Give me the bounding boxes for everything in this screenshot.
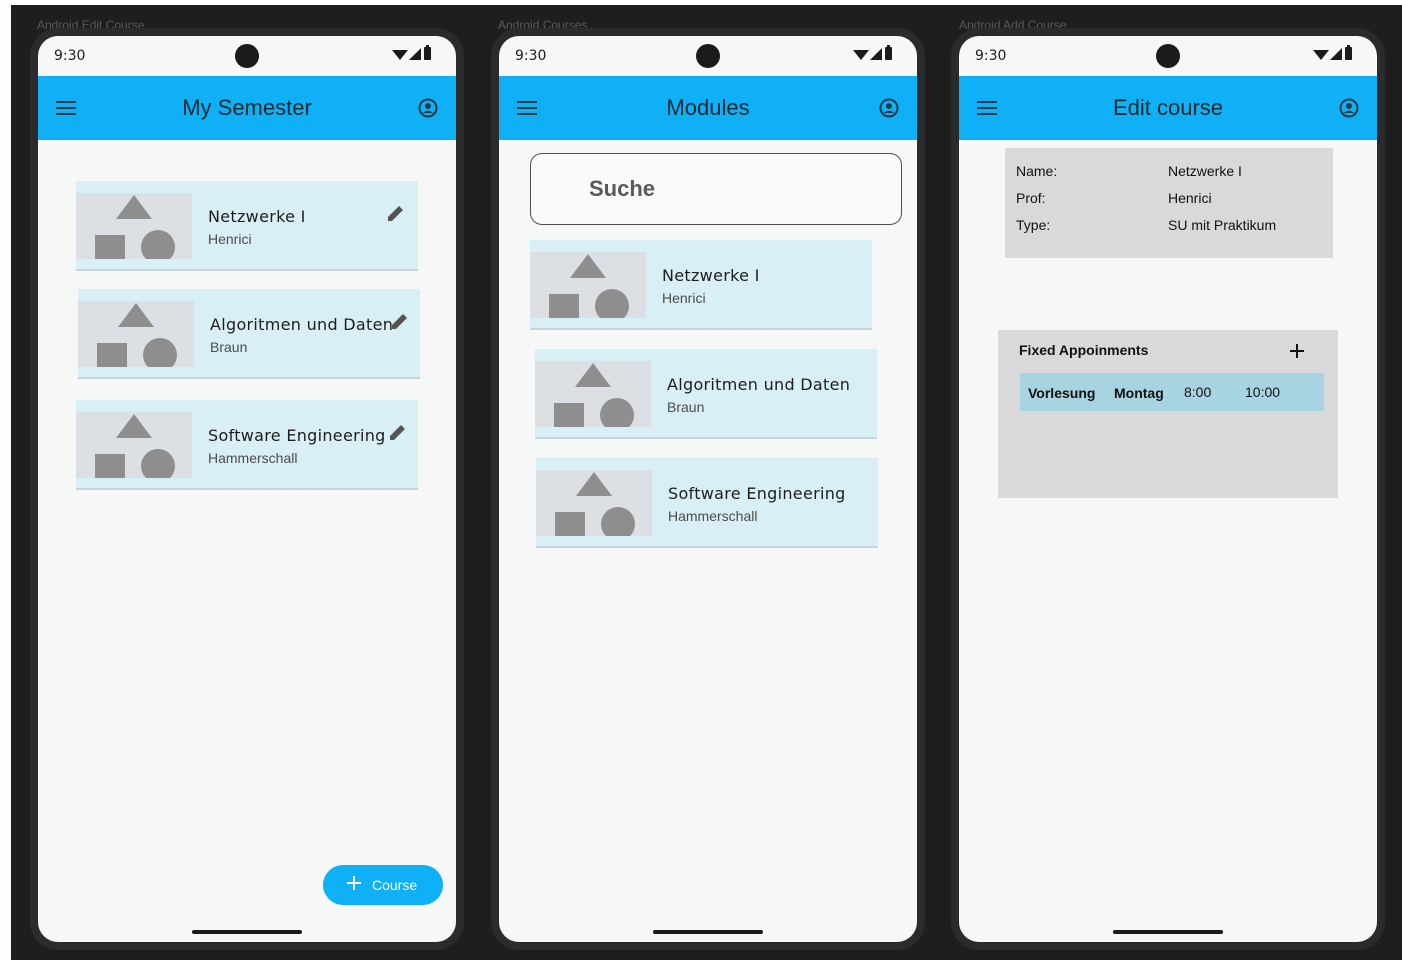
type-value: SU mit Praktikum [1168,217,1277,233]
module-card[interactable]: Algoritmen und Daten Braun [535,349,877,439]
course-card[interactable]: Netzwerke I Henrici [76,181,418,271]
wifi-icon [392,50,408,60]
prof-value: Henrici [1168,190,1212,206]
add-appointment-icon[interactable] [1290,344,1304,358]
phone-frame-my-semester: 9:30 My Semester Netzwerke I Henrici Alg… [30,28,464,950]
image-placeholder-icon [76,193,192,259]
camera-cutout [235,44,259,68]
account-icon[interactable] [1339,98,1359,118]
wifi-icon [1313,50,1329,60]
page-title: Modules [666,95,750,120]
wifi-icon [853,50,869,60]
top-app-bar: Edit course [959,76,1377,140]
course-title: Algoritmen und Daten [210,315,394,334]
plus-icon [347,876,361,890]
appointments-title: Fixed Appoinments [1019,342,1149,358]
fixed-appointments-panel: Fixed Appoinments Vorlesung Montag 8:00 … [998,330,1338,498]
appointment-end: 10:00 [1245,384,1281,400]
top-app-bar: My Semester [38,76,456,140]
camera-cutout [696,44,720,68]
status-bar: 9:30 [499,36,917,76]
phone-screen: 9:30 Modules Netzwerke I [499,36,917,942]
account-icon[interactable] [879,98,899,118]
course-card[interactable]: Software Engineering Hammerschall [76,400,418,490]
add-course-label: Course [372,877,418,893]
signal-icon [1330,48,1342,60]
home-indicator[interactable] [1113,930,1223,934]
search-field[interactable] [530,153,902,225]
appointment-row[interactable]: Vorlesung Montag 8:00 10:00 [1020,373,1324,411]
signal-icon [409,48,421,60]
home-indicator[interactable] [653,930,763,934]
battery-icon [885,45,892,60]
module-card[interactable]: Software Engineering Hammerschall [536,458,878,548]
image-placeholder-icon [76,412,192,478]
course-info-panel: Name: Netzwerke I Prof: Henrici Type: SU… [1005,148,1333,258]
prof-label: Prof: [1016,190,1046,206]
edit-pencil-icon[interactable] [388,422,408,442]
status-bar: 9:30 [959,36,1377,76]
name-label: Name: [1016,163,1058,179]
page-title: Edit course [1112,95,1224,120]
status-time: 9:30 [515,48,547,64]
course-professor: Hammerschall [208,450,298,466]
signal-icon [870,48,882,60]
phone-frame-modules: 9:30 Modules Netzwerke I [491,28,925,950]
status-icons [392,45,438,64]
phone-screen: 9:30 My Semester Netzwerke I Henrici Alg… [38,36,456,942]
search-input[interactable] [589,176,869,202]
account-icon[interactable] [418,98,438,118]
status-icons [1313,45,1359,64]
status-time: 9:30 [975,48,1007,64]
home-indicator[interactable] [192,930,302,934]
name-value: Netzwerke I [1168,163,1242,179]
page-title: My Semester [182,95,312,120]
edit-pencil-icon[interactable] [386,203,406,223]
module-professor: Henrici [662,290,706,306]
appointment-day: Montag [1114,385,1164,401]
image-placeholder-icon [530,252,646,318]
course-title: Netzwerke I [208,207,306,226]
battery-icon [1345,45,1352,60]
image-placeholder-icon [535,361,651,427]
module-professor: Hammerschall [668,508,758,524]
camera-cutout [1156,44,1180,68]
type-label: Type: [1016,217,1051,233]
add-course-button[interactable]: Course [323,865,443,905]
module-card[interactable]: Netzwerke I Henrici [530,240,872,330]
phone-frame-edit-course: 9:30 Edit course Name: Netzwerke I Prof:… [951,28,1385,950]
status-time: 9:30 [54,48,86,64]
module-professor: Braun [667,399,705,415]
top-app-bar: Modules [499,76,917,140]
battery-icon [424,45,431,60]
module-title: Netzwerke I [662,266,760,285]
course-card[interactable]: Algoritmen und Daten Braun [78,289,420,379]
image-placeholder-icon [536,470,652,536]
status-bar: 9:30 [38,36,456,76]
course-professor: Henrici [208,231,252,247]
module-title: Algoritmen und Daten [667,375,851,394]
course-title: Software Engineering [208,426,386,445]
edit-pencil-icon[interactable] [390,311,410,331]
course-professor: Braun [210,339,248,355]
appointment-start: 8:00 [1184,384,1212,400]
phone-screen: 9:30 Edit course Name: Netzwerke I Prof:… [959,36,1377,942]
module-title: Software Engineering [668,484,846,503]
image-placeholder-icon [78,301,194,367]
appointment-kind: Vorlesung [1028,385,1096,401]
status-icons [853,45,899,64]
